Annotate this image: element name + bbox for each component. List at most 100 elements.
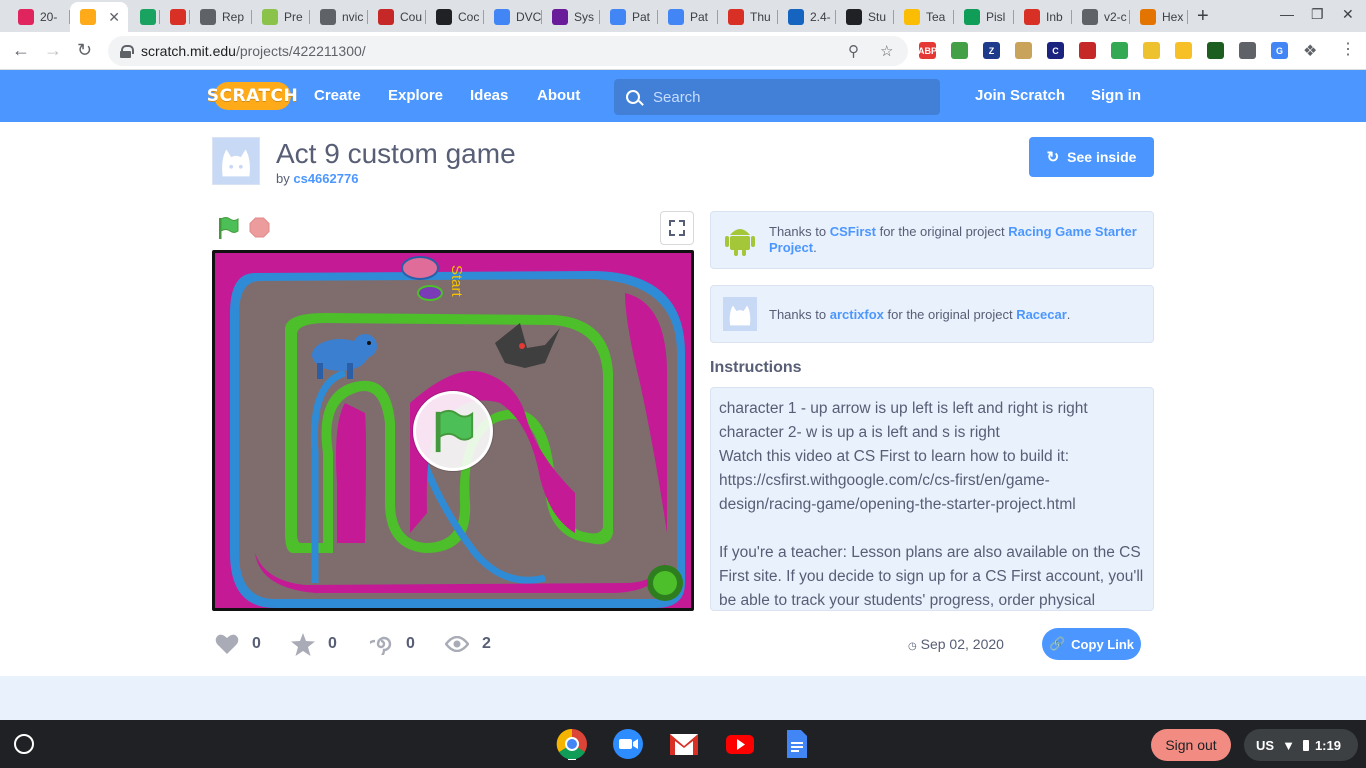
- gmail-app-icon[interactable]: [668, 728, 700, 760]
- browser-tab[interactable]: Pat: [600, 4, 658, 30]
- join-scratch-link[interactable]: Join Scratch: [975, 87, 1065, 104]
- browser-tab[interactable]: Tea: [894, 4, 954, 30]
- credit-user-link[interactable]: CSFirst: [830, 224, 876, 239]
- browser-tab[interactable]: Hex: [1130, 4, 1188, 30]
- browser-tab[interactable]: [160, 4, 190, 30]
- chrome-menu-icon[interactable]: ⋮: [1340, 39, 1356, 59]
- zotero-extension-icon[interactable]: Z: [983, 42, 1000, 59]
- new-tab-button[interactable]: +: [1197, 5, 1209, 28]
- credit-project-link[interactable]: Racecar: [1016, 307, 1067, 322]
- user-avatar-icon: [723, 297, 757, 331]
- browser-tab[interactable]: Pat: [658, 4, 718, 30]
- project-title: Act 9 custom game: [276, 138, 516, 169]
- browser-tab[interactable]: Thu: [718, 4, 778, 30]
- doge-extension-icon[interactable]: [1015, 42, 1032, 59]
- c-extension-icon[interactable]: C: [1047, 42, 1064, 59]
- tab-label: Pre: [284, 10, 303, 24]
- tab-active[interactable]: ✕: [70, 2, 128, 32]
- browser-tab[interactable]: Inb: [1014, 4, 1072, 30]
- browser-tab[interactable]: Coc: [426, 4, 484, 30]
- address-bar[interactable]: scratch.mit.edu/projects/422211300/ ⚲ ☆: [108, 36, 908, 66]
- tab-favicon-icon: [788, 9, 804, 25]
- browser-tab[interactable]: 2.4-: [778, 4, 836, 30]
- record-extension-icon[interactable]: [1079, 42, 1096, 59]
- bookmark-star-icon[interactable]: ☆: [880, 42, 893, 60]
- instructions-box[interactable]: character 1 - up arrow is up left is lef…: [710, 387, 1154, 611]
- tab-label: Pisl: [986, 10, 1006, 24]
- credit-user-link[interactable]: arctixfox: [830, 307, 884, 322]
- browser-tab[interactable]: Cou: [368, 4, 426, 30]
- love-count-value: 0: [252, 635, 261, 652]
- credit-arctixfox: Thanks to arctixfox for the original pro…: [710, 285, 1154, 343]
- translate-extension-icon[interactable]: G: [1271, 42, 1288, 59]
- status-tray[interactable]: US ▼ 1:19: [1244, 729, 1358, 761]
- restore-button[interactable]: ❐: [1311, 6, 1324, 23]
- youtube-app-icon[interactable]: [724, 728, 756, 760]
- tab-favicon-icon: [200, 9, 216, 25]
- browser-tab[interactable]: v2-c: [1072, 4, 1130, 30]
- love-count[interactable]: 0: [214, 632, 261, 656]
- author-avatar[interactable]: [212, 137, 260, 185]
- reload-icon[interactable]: ↻: [77, 40, 92, 61]
- credit-post: .: [1066, 306, 1071, 322]
- browser-tab[interactable]: Pisl: [954, 4, 1014, 30]
- pen-extension-icon[interactable]: [1239, 42, 1256, 59]
- key-icon[interactable]: ⚲: [848, 42, 859, 60]
- favorite-count[interactable]: 0: [290, 632, 337, 656]
- browser-tab[interactable]: Stu: [836, 4, 894, 30]
- browser-tab[interactable]: nvic: [310, 4, 368, 30]
- green-flag-icon[interactable]: [217, 216, 239, 240]
- puzzle-2048-extension-icon[interactable]: [1143, 42, 1160, 59]
- tab-close-icon[interactable]: ✕: [108, 9, 120, 26]
- abp-extension-icon[interactable]: ABP: [918, 42, 937, 59]
- browser-tab[interactable]: 20-: [8, 4, 70, 30]
- zoom-app-icon[interactable]: [612, 728, 644, 760]
- fullscreen-button[interactable]: [660, 211, 694, 245]
- browser-tab[interactable]: Pre: [252, 4, 310, 30]
- nav-ideas[interactable]: Ideas: [470, 87, 508, 104]
- scratch-logo[interactable]: SCRATCH: [207, 82, 298, 110]
- tab-favicon-icon: [320, 9, 336, 25]
- search-input[interactable]: Search: [614, 79, 940, 115]
- yellow-extension-icon[interactable]: [1175, 42, 1192, 59]
- tab-label: Tea: [926, 10, 946, 24]
- browser-tab[interactable]: [130, 4, 160, 30]
- tab-favicon-icon: [904, 9, 920, 25]
- play-overlay-button[interactable]: [413, 391, 493, 471]
- browser-tab[interactable]: Sys: [542, 4, 600, 30]
- battery-icon: [1302, 739, 1309, 751]
- copy-link-button[interactable]: 🔗 Copy Link: [1042, 628, 1141, 660]
- tab-favicon-icon: [1140, 9, 1156, 25]
- comments-section: [0, 676, 1366, 720]
- nav-explore[interactable]: Explore: [388, 87, 443, 104]
- grid-extension-icon[interactable]: [1207, 42, 1224, 59]
- minimize-button[interactable]: —: [1280, 6, 1294, 22]
- classroom-extension-icon[interactable]: [1111, 42, 1128, 59]
- see-inside-button[interactable]: ↻ See inside: [1029, 137, 1154, 177]
- nav-create[interactable]: Create: [314, 87, 361, 104]
- author-link[interactable]: cs4662776: [293, 171, 358, 186]
- sign-in-link[interactable]: Sign in: [1091, 87, 1141, 104]
- sign-out-button[interactable]: Sign out: [1151, 729, 1231, 761]
- browser-tab[interactable]: Rep: [190, 4, 252, 30]
- forward-icon[interactable]: →: [44, 40, 62, 61]
- fullscreen-icon: [669, 220, 685, 236]
- browser-tab[interactable]: DVC: [484, 4, 542, 30]
- docs-app-icon[interactable]: [780, 728, 812, 760]
- remix-count: 0: [368, 632, 415, 656]
- save-extension-icon[interactable]: [951, 42, 968, 59]
- remix-swirl-icon: [368, 632, 394, 656]
- os-shelf: Sign out US ▼ 1:19: [0, 720, 1366, 768]
- tab-favicon-icon: [378, 9, 394, 25]
- close-window-button[interactable]: ✕: [1342, 6, 1354, 23]
- back-icon[interactable]: ←: [12, 40, 30, 61]
- nav-about[interactable]: About: [537, 87, 580, 104]
- tab-favicon-icon: [436, 9, 452, 25]
- launcher-icon[interactable]: [14, 734, 34, 754]
- extensions-puzzle-icon[interactable]: ❖: [1303, 41, 1317, 61]
- stop-sign-icon[interactable]: [249, 217, 270, 238]
- tab-separator: [1187, 10, 1188, 24]
- url-host: scratch.mit.edu: [141, 43, 236, 59]
- chrome-app-icon[interactable]: [556, 728, 588, 760]
- lock-icon[interactable]: [120, 44, 134, 58]
